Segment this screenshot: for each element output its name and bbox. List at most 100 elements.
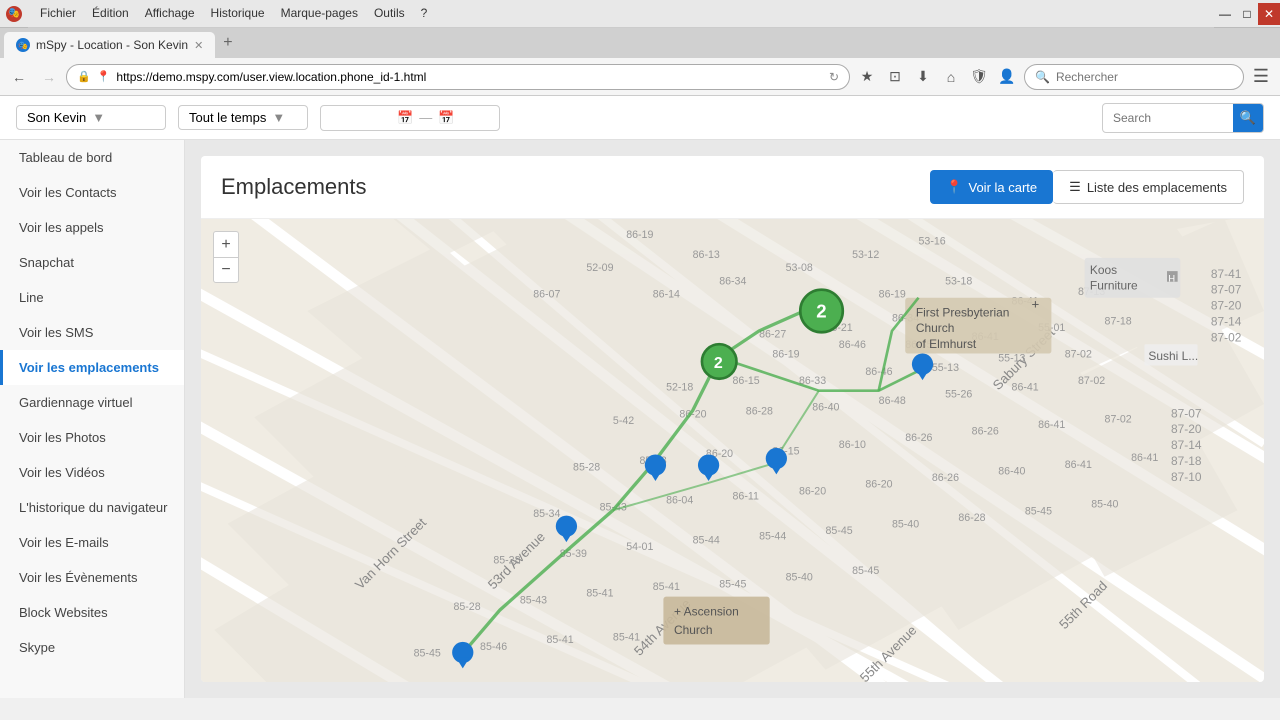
svg-text:85-28: 85-28 xyxy=(453,601,480,613)
map-container[interactable]: Van Horn Street 53rd Avenue 54th Avenue … xyxy=(201,219,1264,682)
svg-text:53-16: 53-16 xyxy=(919,236,946,248)
shield-button[interactable]: 🛡 xyxy=(966,64,992,90)
time-dropdown-icon: ▼ xyxy=(272,110,285,125)
sidebar-item-skype[interactable]: Skype xyxy=(0,630,184,665)
maximize-button[interactable]: □ xyxy=(1236,3,1258,25)
svg-text:87-18: 87-18 xyxy=(1105,315,1132,327)
bookmark-button[interactable]: ★ xyxy=(854,64,880,90)
sidebar-item-gardiennage-virtuel[interactable]: Gardiennage virtuel xyxy=(0,385,184,420)
svg-text:86-34: 86-34 xyxy=(892,313,919,325)
svg-text:87-07: 87-07 xyxy=(1211,283,1242,297)
calendar-end-icon[interactable]: 📅 xyxy=(438,110,454,126)
svg-text:85-45: 85-45 xyxy=(852,565,879,577)
download-button[interactable]: ⬇ xyxy=(910,64,936,90)
svg-text:of Elmhurst: of Elmhurst xyxy=(916,337,977,351)
sidebar-item-voir-videos[interactable]: Voir les Vidéos xyxy=(0,455,184,490)
sidebar-item-voir-emails[interactable]: Voir les E-mails xyxy=(0,525,184,560)
svg-text:86-46: 86-46 xyxy=(839,339,866,351)
menu-help[interactable]: ? xyxy=(413,4,436,22)
calendar-start-icon[interactable]: 📅 xyxy=(397,110,413,126)
content-header: Emplacements 📍 Voir la carte ☰ Liste des… xyxy=(201,156,1264,219)
svg-text:86-21: 86-21 xyxy=(706,348,733,360)
refresh-button[interactable]: ↻ xyxy=(829,70,839,84)
svg-text:2: 2 xyxy=(816,301,826,322)
search-icon: 🔍 xyxy=(1035,70,1050,84)
sidebar-item-tableau-de-bord[interactable]: Tableau de bord xyxy=(0,140,184,175)
date-range-picker[interactable]: 📅 — 📅 xyxy=(320,105,500,131)
close-button[interactable]: ✕ xyxy=(1258,3,1280,25)
back-button[interactable]: ← xyxy=(6,64,32,90)
svg-text:86-34: 86-34 xyxy=(719,275,746,287)
menu-affichage[interactable]: Affichage xyxy=(137,4,203,22)
hamburger-menu-button[interactable]: ☰ xyxy=(1248,64,1274,90)
svg-text:87-20: 87-20 xyxy=(1171,422,1202,436)
svg-text:86-38: 86-38 xyxy=(812,302,839,314)
profile-button[interactable]: 👤 xyxy=(994,64,1020,90)
sidebar-item-line[interactable]: Line xyxy=(0,280,184,315)
svg-text:55-26: 55-26 xyxy=(945,388,972,400)
menu-outils[interactable]: Outils xyxy=(366,4,413,22)
svg-text:85-45: 85-45 xyxy=(679,625,706,637)
svg-text:H: H xyxy=(1168,274,1175,284)
spy-icon: 🎭 xyxy=(18,41,28,50)
svg-text:86-48: 86-48 xyxy=(958,309,985,321)
svg-text:85-39: 85-39 xyxy=(560,548,587,560)
sidebar-item-voir-photos[interactable]: Voir les Photos xyxy=(0,420,184,455)
svg-text:54-01: 54-01 xyxy=(626,541,653,553)
url-bar: 🔒 📍 ↻ xyxy=(66,64,850,90)
browser-search-bar[interactable]: 🔍 xyxy=(1024,64,1244,90)
svg-text:86-35: 86-35 xyxy=(905,339,932,351)
browser-search-input[interactable] xyxy=(1056,70,1233,84)
view-map-button[interactable]: 📍 Voir la carte xyxy=(930,170,1053,204)
svg-text:2: 2 xyxy=(714,355,723,372)
svg-text:85-46: 85-46 xyxy=(480,641,507,653)
sidebar-item-voir-evenements[interactable]: Voir les Évènements xyxy=(0,560,184,595)
time-selector[interactable]: Tout le temps ▼ xyxy=(178,105,308,130)
sidebar-item-voir-appels[interactable]: Voir les appels xyxy=(0,210,184,245)
svg-text:86-13: 86-13 xyxy=(693,249,720,261)
svg-text:Koos: Koos xyxy=(1090,263,1117,277)
menu-marque-pages[interactable]: Marque-pages xyxy=(273,4,366,22)
zoom-in-button[interactable]: + xyxy=(213,231,239,257)
sidebar-item-voir-emplacements[interactable]: Voir les emplacements xyxy=(0,350,184,385)
sidebar-item-snapchat[interactable]: Snapchat xyxy=(0,245,184,280)
svg-text:86-04: 86-04 xyxy=(666,495,693,507)
svg-text:86-41: 86-41 xyxy=(972,331,999,343)
sidebar-item-block-websites[interactable]: Block Websites xyxy=(0,595,184,630)
date-start-input[interactable] xyxy=(331,111,391,125)
sync-button[interactable]: ⊡ xyxy=(882,64,908,90)
active-tab[interactable]: 🎭 mSpy - Location - Son Kevin ✕ xyxy=(4,32,215,58)
sidebar-item-voir-sms[interactable]: Voir les SMS xyxy=(0,315,184,350)
sidebar-item-voir-contacts[interactable]: Voir les Contacts xyxy=(0,175,184,210)
svg-text:85-45: 85-45 xyxy=(719,578,746,590)
view-map-label: Voir la carte xyxy=(969,180,1038,195)
map-svg: Van Horn Street 53rd Avenue 54th Avenue … xyxy=(201,219,1264,682)
menu-fichier[interactable]: Fichier xyxy=(32,4,84,22)
forward-button[interactable]: → xyxy=(36,64,62,90)
svg-text:85-45: 85-45 xyxy=(414,647,441,659)
url-input[interactable] xyxy=(116,70,823,84)
new-tab-button[interactable]: + xyxy=(215,30,240,56)
top-search-button[interactable]: 🔍 xyxy=(1233,104,1263,132)
home-button[interactable]: ⌂ xyxy=(938,64,964,90)
minimize-button[interactable]: — xyxy=(1214,3,1236,25)
svg-text:86-26: 86-26 xyxy=(932,472,959,484)
view-list-button[interactable]: ☰ Liste des emplacements xyxy=(1053,170,1244,204)
main-layout: Tableau de bord Voir les Contacts Voir l… xyxy=(0,140,1280,698)
top-search-input[interactable] xyxy=(1103,107,1233,129)
device-selector[interactable]: Son Kevin ▼ xyxy=(16,105,166,130)
svg-text:85-28: 85-28 xyxy=(573,461,600,473)
nav-bar: ← → 🔒 📍 ↻ ★ ⊡ ⬇ ⌂ 🛡 👤 🔍 ☰ xyxy=(0,58,1280,96)
lock-icon: 🔒 xyxy=(77,70,91,83)
menu-historique[interactable]: Historique xyxy=(203,4,273,22)
svg-text:86-20: 86-20 xyxy=(706,448,733,460)
list-icon: ☰ xyxy=(1069,179,1081,195)
menu-edition[interactable]: Édition xyxy=(84,4,137,22)
zoom-out-button[interactable]: − xyxy=(213,257,239,283)
svg-text:86-40: 86-40 xyxy=(998,465,1025,477)
svg-text:86-10: 86-10 xyxy=(839,439,866,451)
svg-text:86-19: 86-19 xyxy=(772,348,799,360)
tab-close-button[interactable]: ✕ xyxy=(194,39,203,52)
sidebar-item-historique-navigateur[interactable]: L'historique du navigateur xyxy=(0,490,184,525)
svg-text:Furniture: Furniture xyxy=(1090,279,1138,293)
